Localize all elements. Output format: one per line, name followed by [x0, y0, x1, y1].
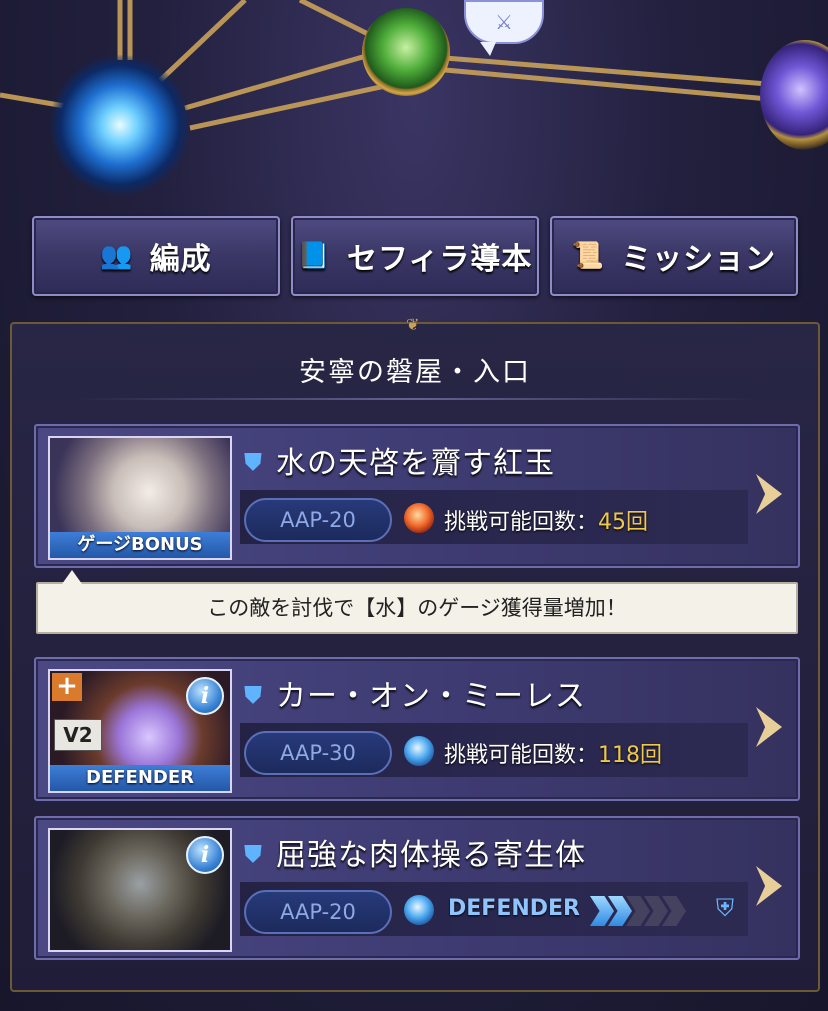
quest-item-3[interactable]: i ⛊ 屈強な肉体操る寄生体 AAP-20 DEFENDER ⛨ [34, 816, 800, 960]
defender-tag: DEFENDER [50, 765, 230, 791]
water-element-icon [404, 736, 434, 766]
chevron-right-icon[interactable] [756, 707, 782, 747]
quest-map: ⚔ [0, 0, 828, 205]
book-icon: 📘 [297, 241, 331, 271]
quest-item-1[interactable]: ゲージBONUS ⛊ 水の天啓を齎す紅玉 AAP-20 挑戦可能回数：45回 [34, 424, 800, 568]
gauge-tooltip: この敵を討伐で【水】のゲージ獲得量増加！ [36, 570, 798, 634]
aap-cost: AAP-30 [244, 731, 392, 775]
mission-label: ミッション [621, 242, 777, 277]
quest-name: 水の天啓を齎す紅玉 [276, 446, 555, 481]
sephira-guide-button[interactable]: 📘 セフィラ導本 [291, 216, 539, 296]
shield-icon: ⛊ [244, 840, 262, 868]
fire-element-icon [404, 503, 434, 533]
quest-item-2[interactable]: + V2 i DEFENDER ⛊ カー・オン・ミーレス AAP-30 挑戦可能… [34, 657, 800, 801]
portal-node[interactable] [50, 55, 190, 195]
version-badge: V2 [54, 719, 102, 751]
aap-cost: AAP-20 [244, 890, 392, 934]
sephira-guide-label: セフィラ導本 [346, 242, 533, 277]
formation-button[interactable]: 👥 編成 [32, 216, 280, 296]
attempt-count: 挑戦可能回数：45回 [444, 510, 649, 535]
defender-progress [590, 896, 686, 926]
title-divider [72, 398, 758, 400]
quest-name: カー・オン・ミーレス [276, 679, 586, 714]
shield-icon: ⛊ [244, 681, 262, 709]
mission-button[interactable]: 📜 ミッション [550, 216, 798, 296]
attempt-count: 挑戦可能回数：118回 [444, 743, 663, 768]
info-icon[interactable]: i [186, 677, 224, 715]
quest-thumbnail: + V2 i DEFENDER [48, 669, 232, 793]
aap-cost: AAP-20 [244, 498, 392, 542]
defender-label: DEFENDER [448, 896, 580, 921]
chevron-right-icon[interactable] [756, 474, 782, 514]
water-element-icon [404, 895, 434, 925]
nav-button-row: 👥 編成 📘 セフィラ導本 📜 ミッション [32, 216, 798, 296]
chevron-right-icon[interactable] [756, 866, 782, 906]
progress-chevron-filled [590, 896, 614, 926]
plus-badge: + [52, 673, 82, 701]
quest-panel: ❦ 安寧の磐屋・入口 ゲージBONUS ⛊ 水の天啓を齎す紅玉 AAP-20 挑… [10, 315, 820, 992]
quest-name: 屈強な肉体操る寄生体 [276, 838, 586, 873]
info-icon[interactable]: i [186, 836, 224, 874]
ornament-icon: ❦ [406, 315, 420, 334]
defender-icon: ⛨ [716, 894, 734, 922]
scroll-icon: 📜 [571, 241, 606, 271]
quest-thumbnail: i [48, 828, 232, 952]
stage-node-green[interactable] [362, 8, 450, 96]
party-icon: 👥 [100, 241, 134, 271]
shield-icon: ⛊ [244, 448, 262, 476]
quest-thumbnail: ゲージBONUS [48, 436, 232, 560]
area-title: 安寧の磐屋・入口 [299, 357, 531, 388]
formation-label: 編成 [149, 242, 212, 277]
battle-speech-icon: ⚔ [464, 0, 544, 56]
gauge-bonus-tag: ゲージBONUS [50, 532, 230, 558]
